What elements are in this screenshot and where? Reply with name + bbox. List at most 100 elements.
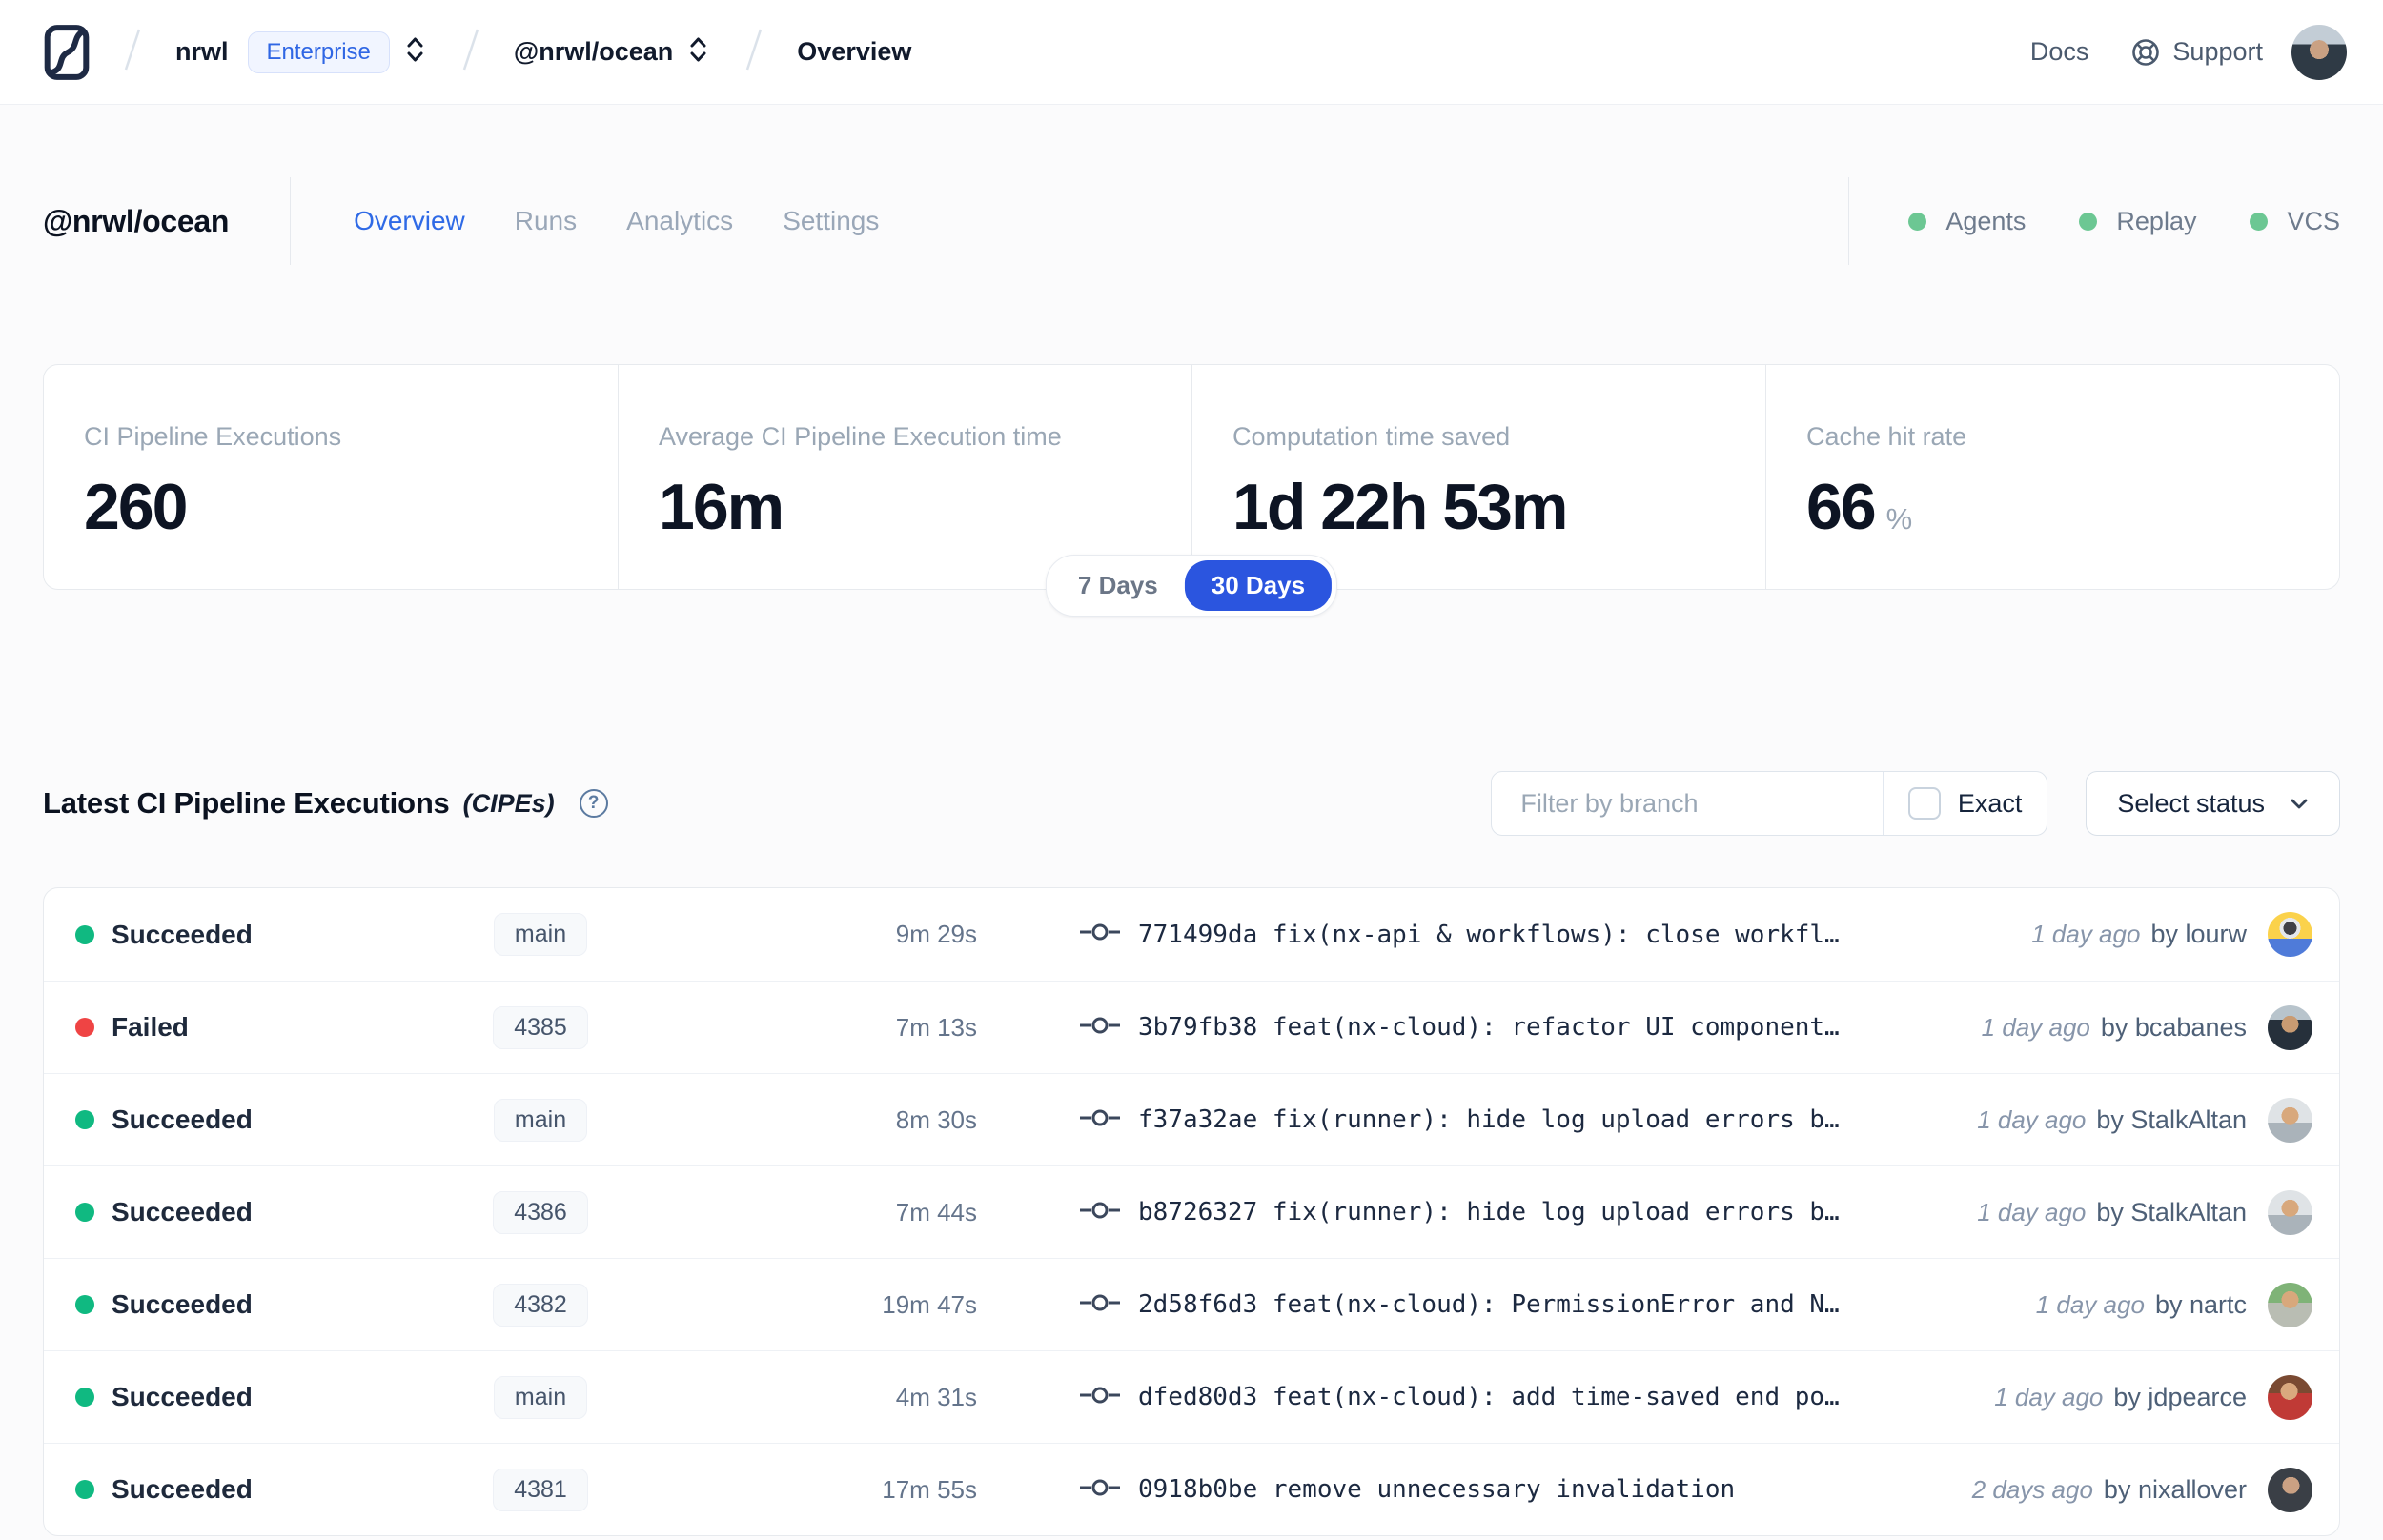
row-meta: 1 day ago by bcabanes [1982,1013,2247,1043]
cipe-table: Succeeded main 9m 29s 771499da fix(nx-ap… [43,887,2340,1536]
git-commit-icon [1079,1291,1121,1319]
breadcrumb-separator [122,25,143,79]
table-row[interactable]: Succeeded main 4m 31s dfed80d3 feat(nx-c… [44,1350,2339,1443]
enterprise-badge: Enterprise [247,30,390,73]
branch-chip[interactable]: 4382 [493,1283,588,1327]
docs-link[interactable]: Docs [2030,37,2089,67]
green-dot-icon [1908,212,1927,231]
select-status-dropdown[interactable]: Select status [2086,771,2340,836]
branch-chip[interactable]: main [493,1098,588,1142]
time-ago: 1 day ago [1994,1382,2104,1411]
author-avatar [2268,1282,2312,1327]
divider [290,177,292,265]
author: by StalkAltan [2096,1197,2247,1226]
status-dot [75,924,94,944]
time-ago: 1 day ago [1981,1012,2090,1042]
breadcrumb-org[interactable]: nrwl [175,37,229,67]
branch-filter-input[interactable] [1492,772,1883,835]
status-dot [75,1203,94,1222]
user-avatar[interactable] [2291,24,2347,80]
commit-message[interactable]: 3b79fb38 feat(nx-cloud): refactor UI com… [1138,1013,1963,1042]
duration: 9m 29s [895,920,977,948]
help-icon[interactable]: ? [579,789,608,818]
branch-chip[interactable]: main [493,1375,588,1419]
git-commit-icon [1079,1106,1121,1134]
workspace-tabs: Overview Runs Analytics Settings [354,206,879,236]
commit-message[interactable]: 2d58f6d3 feat(nx-cloud): PermissionError… [1138,1290,2017,1319]
green-dot-icon [2079,212,2098,231]
author-avatar [2268,912,2312,957]
git-commit-icon [1079,1199,1121,1226]
org-switcher-chevron-icon[interactable] [402,34,428,70]
commit-message[interactable]: 771499da fix(nx-api & workflows): close … [1138,921,2012,949]
workspace-switcher-chevron-icon[interactable] [685,34,711,70]
cipes-header: Latest CI Pipeline Executions (CIPEs) ? … [43,771,2340,836]
status-replay: Replay [2079,207,2196,236]
git-commit-icon [1079,1384,1121,1411]
nx-cloud-logo[interactable] [44,23,90,82]
status-dot [75,1295,94,1314]
time-ago: 2 days ago [1971,1474,2093,1504]
status-label: Succeeded [112,1104,253,1134]
status-dot [75,1388,94,1407]
author: by jdpearce [2113,1382,2247,1411]
exact-checkbox[interactable] [1907,787,1941,820]
status-dot [75,1018,94,1037]
commit-message[interactable]: dfed80d3 feat(nx-cloud): add time-saved … [1138,1383,1975,1411]
author-avatar [2268,1467,2312,1512]
divider [1848,177,1850,265]
time-ago: 1 day ago [2035,1289,2145,1319]
branch-chip[interactable]: main [493,913,588,956]
status-agents: Agents [1908,207,2026,236]
green-dot-icon [2250,212,2269,231]
tab-runs[interactable]: Runs [515,206,577,236]
duration: 7m 44s [895,1197,977,1226]
exact-filter: Exact [1882,772,2047,835]
time-ago: 1 day ago [2031,920,2141,948]
author-avatar [2268,1189,2312,1235]
author-avatar [2268,1374,2312,1420]
table-row[interactable]: Succeeded 4382 19m 47s 2d58f6d3 feat(nx-… [44,1258,2339,1350]
tab-settings[interactable]: Settings [783,206,879,236]
time-ago: 1 day ago [1977,1104,2087,1134]
commit-message[interactable]: f37a32ae fix(runner): hide log upload er… [1138,1105,1958,1134]
author: by bcabanes [2100,1012,2247,1042]
table-row[interactable]: Succeeded 4386 7m 44s b8726327 fix(runne… [44,1165,2339,1258]
branch-chip[interactable]: 4381 [493,1468,588,1511]
branch-chip[interactable]: 4386 [493,1190,588,1234]
author: by nixallover [2103,1474,2247,1504]
branch-chip[interactable]: 4385 [493,1005,588,1049]
breadcrumb-separator [460,25,481,79]
git-commit-icon [1079,1014,1121,1042]
git-commit-icon [1079,1476,1121,1504]
tab-overview[interactable]: Overview [354,206,465,236]
table-row[interactable]: Succeeded 4381 17m 55s 0918b0be remove u… [44,1443,2339,1535]
breadcrumb-separator [743,25,764,79]
range-7-days[interactable]: 7 Days [1051,560,1185,611]
author-avatar [2268,1097,2312,1143]
status-label: Succeeded [112,919,253,949]
table-row[interactable]: Failed 4385 7m 13s 3b79fb38 feat(nx-clou… [44,981,2339,1073]
row-meta: 1 day ago by StalkAltan [1977,1105,2247,1135]
table-row[interactable]: Succeeded main 9m 29s 771499da fix(nx-ap… [44,888,2339,981]
breadcrumb-workspace[interactable]: @nrwl/ocean [514,37,673,67]
commit-message[interactable]: b8726327 fix(runner): hide log upload er… [1138,1198,1958,1226]
status-label: Succeeded [112,1474,253,1504]
tab-analytics[interactable]: Analytics [626,206,733,236]
table-row[interactable]: Succeeded main 8m 30s f37a32ae fix(runne… [44,1073,2339,1165]
status-label: Succeeded [112,1289,253,1319]
duration: 4m 31s [895,1382,977,1411]
commit-message[interactable]: 0918b0be remove unnecessary invalidation [1138,1475,1953,1504]
status-dot [75,1110,94,1129]
duration: 8m 30s [895,1104,977,1134]
section-title: Latest CI Pipeline Executions [43,786,450,820]
author-avatar [2268,1004,2312,1050]
support-link[interactable]: Support [2130,37,2263,68]
status-dot [75,1480,94,1499]
range-30-days[interactable]: 30 Days [1184,560,1333,611]
exact-label: Exact [1957,788,2023,818]
breadcrumb-page: Overview [797,37,912,66]
author: by lourw [2150,920,2247,948]
row-meta: 1 day ago by nartc [2036,1290,2247,1320]
page-title: @nrwl/ocean [43,203,230,238]
